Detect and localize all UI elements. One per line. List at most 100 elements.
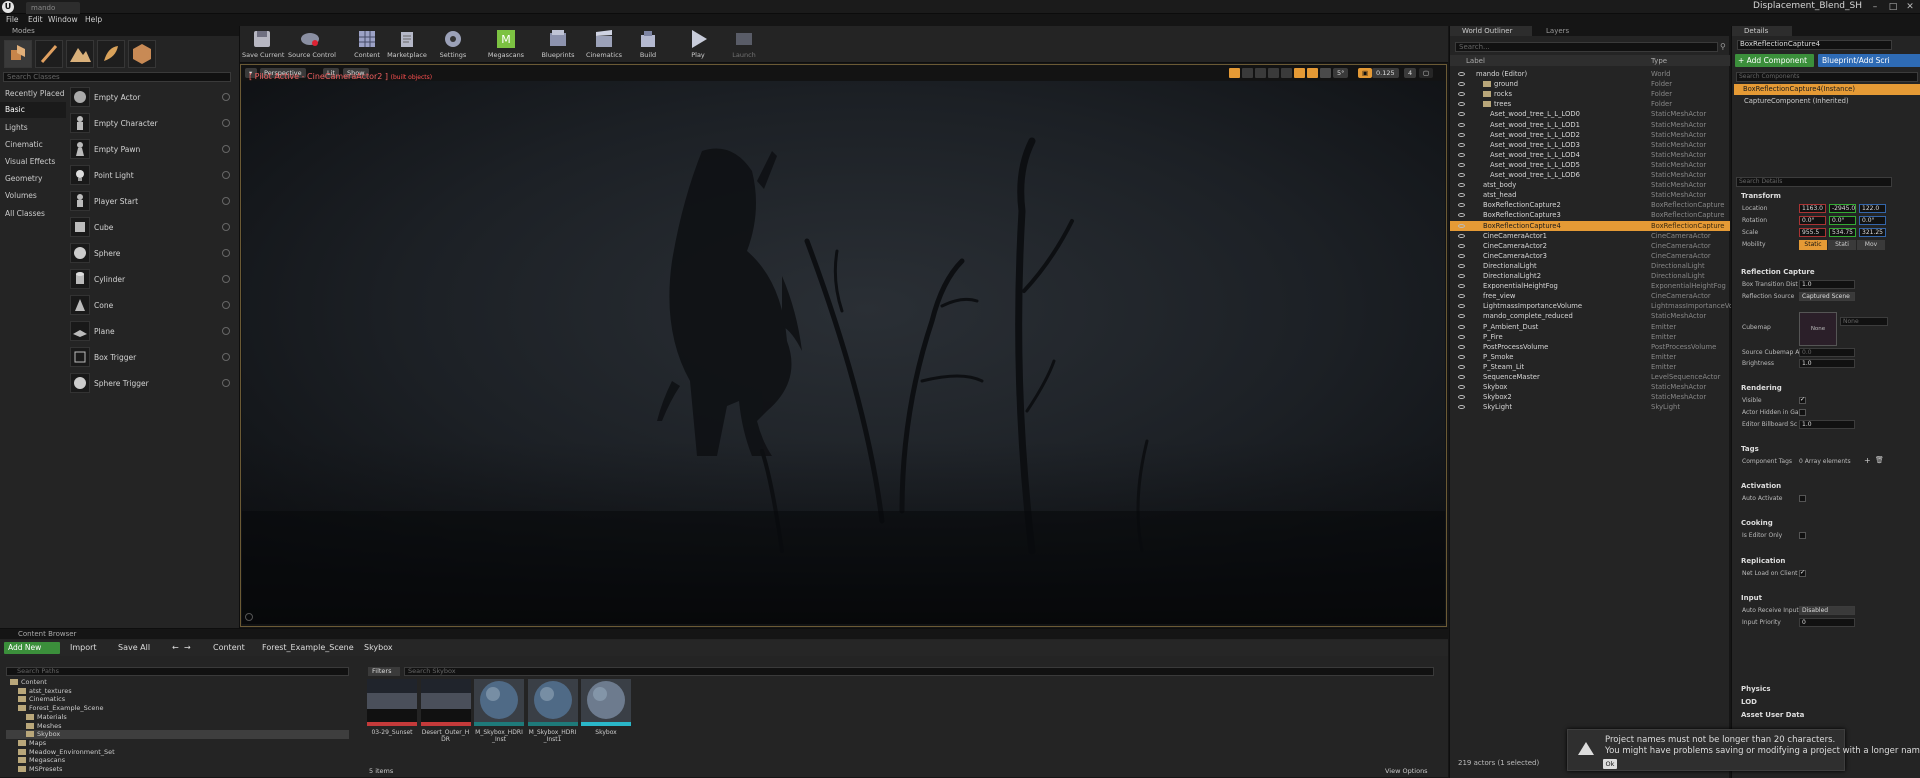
help-icon[interactable] xyxy=(222,301,230,309)
maximize-viewport-icon[interactable]: ▢ xyxy=(1419,68,1434,78)
location-y[interactable]: -2945.0 xyxy=(1829,204,1856,213)
folder-tree-item[interactable]: Cinematics xyxy=(6,695,349,704)
paint-mode-icon[interactable] xyxy=(35,40,63,68)
scale-icon[interactable] xyxy=(1268,68,1279,78)
eye-visibility-icon[interactable] xyxy=(1458,233,1465,238)
eye-visibility-icon[interactable] xyxy=(1458,72,1465,76)
place-item-player-start[interactable]: Player Start xyxy=(68,189,232,213)
menu-file[interactable]: File xyxy=(6,15,19,24)
level-tab[interactable]: mando xyxy=(26,2,80,14)
auto-activate-checkbox[interactable] xyxy=(1799,495,1806,502)
asset-tile[interactable]: M_Skybox_HDRI_Inst xyxy=(474,679,524,743)
megascans-button[interactable]: M Megascans xyxy=(486,28,526,61)
minimize-button[interactable]: – xyxy=(1868,1,1882,13)
blueprint-add-script-button[interactable]: Blueprint/Add Scri xyxy=(1818,54,1920,67)
column-label[interactable]: Label xyxy=(1466,57,1485,65)
net-load-checkbox[interactable] xyxy=(1799,569,1806,577)
search-components-input[interactable]: Search Components xyxy=(1736,72,1918,82)
eye-visibility-icon[interactable] xyxy=(1458,354,1465,359)
help-icon[interactable] xyxy=(222,197,230,205)
category-all-classes[interactable]: All Classes xyxy=(0,206,66,222)
outliner-row[interactable]: CineCameraActor3 CineCameraActor xyxy=(1450,251,1730,261)
forward-arrow-icon[interactable]: → xyxy=(184,643,191,652)
marketplace-button[interactable]: Marketplace xyxy=(386,28,428,61)
outliner-row[interactable]: ExponentialHeightFog ExponentialHeightFog xyxy=(1450,281,1730,291)
rotation-y[interactable]: 0.0° xyxy=(1829,216,1856,225)
location-x[interactable]: 1163.0 xyxy=(1799,204,1826,213)
close-window-button[interactable]: ✕ xyxy=(1903,1,1917,13)
section-cooking[interactable]: Cooking xyxy=(1732,518,1920,528)
level-viewport[interactable]: ▾ Perspective Lit Show 5° ▣ 0.125 4 ▢ [… xyxy=(240,64,1447,627)
section-replication[interactable]: Replication xyxy=(1732,556,1920,566)
visible-checkbox[interactable] xyxy=(1799,396,1806,404)
import-button[interactable]: Import xyxy=(70,643,97,652)
section-activation[interactable]: Activation xyxy=(1732,481,1920,491)
scene-render[interactable] xyxy=(242,81,1445,624)
eye-visibility-icon[interactable] xyxy=(1458,112,1465,117)
help-icon[interactable] xyxy=(222,353,230,361)
outliner-row[interactable]: Aset_wood_tree_L_L_LOD4 StaticMeshActor xyxy=(1450,150,1730,160)
cinematics-button[interactable]: Cinematics xyxy=(584,28,624,61)
mobility-static[interactable]: Static xyxy=(1799,240,1827,250)
outliner-row[interactable]: atst_body StaticMeshActor xyxy=(1450,180,1730,190)
rotation-z[interactable]: 0.0° xyxy=(1859,216,1886,225)
outliner-row[interactable]: LightmassImportanceVolume LightmassImport… xyxy=(1450,301,1733,311)
outliner-row[interactable]: ground Folder xyxy=(1450,79,1730,89)
viewport-count[interactable]: 4 xyxy=(1404,68,1417,78)
launch-button[interactable]: Launch xyxy=(728,28,760,61)
eye-visibility-icon[interactable] xyxy=(1458,213,1465,218)
place-item-plane[interactable]: Plane xyxy=(68,319,232,343)
place-item-empty-pawn[interactable]: Empty Pawn xyxy=(68,137,232,161)
outliner-row[interactable]: trees Folder xyxy=(1450,99,1730,109)
category-cinematic[interactable]: Cinematic xyxy=(0,137,66,153)
eye-visibility-icon[interactable] xyxy=(1458,183,1465,188)
eye-visibility-icon[interactable] xyxy=(1458,334,1465,339)
tab-layers[interactable]: Layers xyxy=(1534,26,1584,36)
outliner-row[interactable]: SequenceMaster LevelSequenceActor xyxy=(1450,372,1730,382)
outliner-row[interactable]: CineCameraActor1 CineCameraActor xyxy=(1450,231,1730,241)
outliner-row[interactable]: P_Ambient_Dust Emitter xyxy=(1450,322,1730,332)
outliner-row[interactable]: Aset_wood_tree_L_L_LOD2 StaticMeshActor xyxy=(1450,130,1730,140)
outliner-row[interactable]: P_Fire Emitter xyxy=(1450,332,1730,342)
menu-edit[interactable]: Edit xyxy=(28,15,43,24)
scale-x[interactable]: 955.5 xyxy=(1799,228,1826,237)
ok-button[interactable]: Ok xyxy=(1603,759,1617,769)
source-cubemap-field[interactable]: 0.0 xyxy=(1799,348,1855,357)
eye-visibility-icon[interactable] xyxy=(1458,304,1465,309)
folder-tree-item[interactable]: Maps xyxy=(6,739,349,748)
viewport-info-icon[interactable] xyxy=(245,613,253,621)
blueprints-button[interactable]: Blueprints xyxy=(538,28,578,61)
modes-tab[interactable]: Modes xyxy=(0,26,239,36)
realtime-icon[interactable] xyxy=(1229,68,1240,78)
help-icon[interactable] xyxy=(222,223,230,231)
outliner-row[interactable]: BoxReflectionCapture2 BoxReflectionCaptur… xyxy=(1450,200,1730,210)
outliner-row[interactable]: BoxReflectionCapture4 BoxReflectionCaptur… xyxy=(1450,220,1730,231)
menu-help[interactable]: Help xyxy=(85,15,102,24)
tab-world-outliner[interactable]: World Outliner xyxy=(1450,26,1532,36)
place-item-empty-character[interactable]: Empty Character xyxy=(68,111,232,135)
save-current-button[interactable]: Save Current xyxy=(242,28,284,61)
eye-visibility-icon[interactable] xyxy=(1458,142,1465,147)
view-options-button[interactable]: View Options xyxy=(1385,767,1428,775)
world-local-icon[interactable] xyxy=(1281,68,1292,78)
save-all-button[interactable]: Save All xyxy=(118,643,150,652)
folder-tree-item[interactable]: Megascans xyxy=(6,756,349,765)
eye-visibility-icon[interactable] xyxy=(1458,223,1465,228)
mobility-stationary[interactable]: Stati xyxy=(1828,240,1856,250)
editor-only-checkbox[interactable] xyxy=(1799,532,1806,539)
place-item-sphere-trigger[interactable]: Sphere Trigger xyxy=(68,371,232,395)
camera-speed-value[interactable]: 0.125 xyxy=(1372,68,1399,78)
outliner-row[interactable]: Skybox2 StaticMeshActor xyxy=(1450,392,1730,402)
input-priority-field[interactable]: 0 xyxy=(1799,618,1855,627)
help-icon[interactable] xyxy=(222,327,230,335)
outliner-row[interactable]: P_Steam_Lit Emitter xyxy=(1450,362,1730,372)
eye-visibility-icon[interactable] xyxy=(1458,375,1465,379)
grid-snap-icon[interactable] xyxy=(1307,68,1318,78)
section-tags[interactable]: Tags xyxy=(1732,444,1920,454)
folder-tree-item[interactable]: Meshes xyxy=(6,722,349,731)
add-element-icon[interactable]: + xyxy=(1864,456,1871,465)
eye-visibility-icon[interactable] xyxy=(1458,102,1465,107)
section-input[interactable]: Input xyxy=(1732,593,1920,603)
breadcrumb-skybox[interactable]: Skybox xyxy=(364,643,393,652)
source-control-button[interactable]: Source Control xyxy=(288,28,336,61)
